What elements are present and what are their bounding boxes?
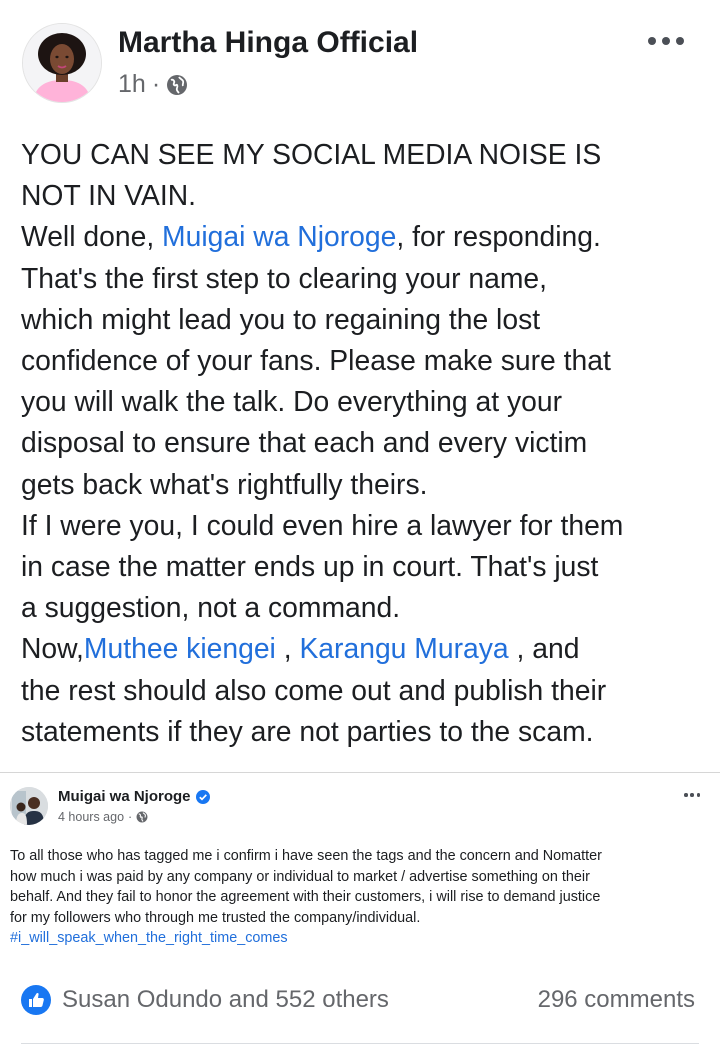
text-segment: in case the matter ends up in court. Tha… (21, 550, 599, 583)
shared-author-avatar[interactable] (10, 787, 48, 825)
post-text: YOU CAN SEE MY SOCIAL MEDIA NOISE IS NOT … (21, 134, 711, 752)
meta-separator: · (128, 810, 133, 824)
post-text-line: That's the first step to clearing your n… (21, 258, 711, 299)
avatar-photo-icon (10, 787, 48, 825)
shared-author-row: Muigai wa Njoroge (58, 788, 210, 805)
post-header: Martha Hinga Official 1h · (0, 0, 720, 120)
text-segment: statements if they are not parties to th… (21, 714, 594, 747)
post-text-line: If I were you, I could even hire a lawye… (21, 505, 711, 546)
shared-text-line: how much i was paid by any company or in… (10, 867, 710, 888)
text-segment: Now, (21, 632, 84, 665)
post-text-line: confidence of your fans. Please make sur… (21, 340, 711, 381)
shared-text-line: for my followers who through me trusted … (10, 908, 710, 929)
shared-post-meta: 4 hours ago · (58, 810, 148, 824)
shared-text-line: #i_will_speak_when_the_right_time_comes (10, 928, 710, 949)
text-segment: Well done, (21, 220, 163, 253)
post-meta: 1h · (118, 70, 188, 99)
text-segment: which might lead you to regaining the lo… (21, 302, 541, 335)
post-text-line: in case the matter ends up in court. Tha… (21, 546, 711, 587)
post-text-line: which might lead you to regaining the lo… (21, 299, 711, 340)
text-segment: To all those who has tagged me i confirm… (10, 848, 602, 864)
text-segment: , (275, 632, 300, 665)
author-avatar[interactable] (22, 23, 102, 103)
text-segment: NOT IN VAIN. (21, 179, 197, 212)
text-segment: , for responding. (396, 220, 601, 253)
post-text-line: NOT IN VAIN. (21, 175, 711, 216)
text-segment: , and (508, 632, 580, 665)
shared-post-card[interactable]: Muigai wa Njoroge 4 hours ago · To all t… (0, 772, 720, 969)
text-segment: a suggestion, not a command. (21, 591, 401, 624)
mention-link[interactable]: Muthee kiengei (84, 632, 276, 664)
text-segment: gets back what's rightfully theirs. (21, 467, 428, 500)
comments-count[interactable]: 296 comments (538, 986, 695, 1014)
post-author-name[interactable]: Martha Hinga Official (118, 26, 418, 60)
text-segment: disposal to ensure that each and every v… (21, 426, 588, 459)
post-text-line: YOU CAN SEE MY SOCIAL MEDIA NOISE IS (21, 134, 711, 175)
post-text-line: the rest should also come out and publis… (21, 670, 711, 711)
hashtag-link[interactable]: #i_will_speak_when_the_right_time_comes (10, 930, 288, 946)
post-text-line: you will walk the talk. Do everything at… (21, 381, 711, 422)
divider (21, 1043, 699, 1044)
more-options-icon[interactable] (648, 36, 684, 46)
reactions-summary[interactable]: Susan Odundo and 552 others (62, 986, 389, 1014)
shared-text-line: To all those who has tagged me i confirm… (10, 846, 710, 867)
text-segment: for my followers who through me trusted … (10, 909, 421, 926)
text-segment: If I were you, I could even hire a lawye… (21, 508, 624, 541)
mention-link[interactable]: Karangu Muraya (299, 632, 508, 664)
reactions-bar: Susan Odundo and 552 others 296 comments (0, 975, 720, 1025)
shared-post-text: To all those who has tagged me i confirm… (10, 846, 710, 949)
text-segment: YOU CAN SEE MY SOCIAL MEDIA NOISE IS (21, 138, 602, 170)
post-text-line: a suggestion, not a command. (21, 587, 711, 628)
shared-author-name[interactable]: Muigai wa Njoroge (58, 788, 191, 805)
shared-post-timestamp[interactable]: 4 hours ago (58, 810, 124, 824)
globe-icon (136, 811, 148, 823)
avatar-illustration-icon (23, 24, 101, 102)
post-text-line: statements if they are not parties to th… (21, 711, 711, 752)
verified-badge-icon (195, 789, 210, 804)
text-segment: confidence of your fans. Please make sur… (21, 344, 611, 377)
text-segment: That's the first step to clearing your n… (21, 261, 547, 294)
globe-icon[interactable] (166, 74, 188, 96)
text-segment: behalf. And they fail to honor the agree… (10, 889, 601, 905)
mention-link[interactable]: Muigai wa Njoroge (162, 220, 396, 252)
more-options-icon[interactable] (684, 793, 700, 797)
post-text-line: gets back what's rightfully theirs. (21, 464, 711, 505)
shared-text-line: behalf. And they fail to honor the agree… (10, 887, 710, 908)
like-icon[interactable] (21, 985, 51, 1015)
meta-separator: · (151, 70, 161, 98)
text-segment: you will walk the talk. Do everything at… (21, 385, 563, 418)
post-text-line: Now,Muthee kiengei , Karangu Muraya , an… (21, 628, 711, 669)
post-text-line: disposal to ensure that each and every v… (21, 422, 711, 463)
post-text-line: Well done, Muigai wa Njoroge, for respon… (21, 216, 711, 257)
post-timestamp[interactable]: 1h (118, 70, 146, 99)
text-segment: the rest should also come out and publis… (21, 673, 607, 706)
text-segment: how much i was paid by any company or in… (10, 868, 590, 885)
